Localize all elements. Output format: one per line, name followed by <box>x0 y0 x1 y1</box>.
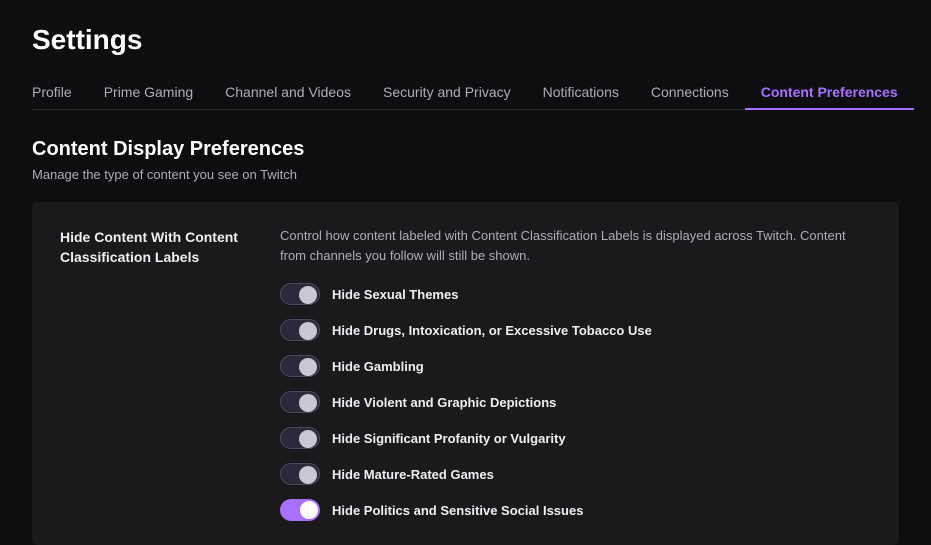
toggle-gambling[interactable] <box>280 355 320 377</box>
toggle-item-politics-social: Hide Politics and Sensitive Social Issue… <box>280 499 871 521</box>
toggle-label-profanity: Hide Significant Profanity or Vulgarity <box>332 431 566 446</box>
toggle-label-politics-social: Hide Politics and Sensitive Social Issue… <box>332 503 583 518</box>
nav-tab-security-and-privacy[interactable]: Security and Privacy <box>367 76 527 110</box>
toggle-knob-mature-games <box>299 466 317 484</box>
toggle-item-violent-graphic: Hide Violent and Graphic Depictions <box>280 391 871 413</box>
toggle-mature-games[interactable] <box>280 463 320 485</box>
toggle-label-sexual-themes: Hide Sexual Themes <box>332 287 458 302</box>
toggle-violent-graphic[interactable] <box>280 391 320 413</box>
card-content: Control how content labeled with Content… <box>280 226 871 521</box>
nav-tab-connections[interactable]: Connections <box>635 76 745 110</box>
section-subtitle: Manage the type of content you see on Tw… <box>32 167 899 182</box>
toggle-label-violent-graphic: Hide Violent and Graphic Depictions <box>332 395 556 410</box>
card-description: Control how content labeled with Content… <box>280 226 871 265</box>
page-title: Settings <box>32 24 899 56</box>
toggle-item-sexual-themes: Hide Sexual Themes <box>280 283 871 305</box>
toggle-label-drugs-intoxication: Hide Drugs, Intoxication, or Excessive T… <box>332 323 652 338</box>
toggle-item-gambling: Hide Gambling <box>280 355 871 377</box>
toggle-knob-gambling <box>299 358 317 376</box>
toggle-list: Hide Sexual Themes Hide Drugs, Intoxicati… <box>280 283 871 521</box>
content-card: Hide Content With Content Classification… <box>32 202 899 545</box>
toggle-knob-politics-social <box>300 501 318 519</box>
toggle-label-mature-games: Hide Mature-Rated Games <box>332 467 494 482</box>
toggle-profanity[interactable] <box>280 427 320 449</box>
nav-tab-prime-gaming[interactable]: Prime Gaming <box>88 76 209 110</box>
toggle-sexual-themes[interactable] <box>280 283 320 305</box>
toggle-label-gambling: Hide Gambling <box>332 359 424 374</box>
toggle-knob-violent-graphic <box>299 394 317 412</box>
nav-tab-profile[interactable]: Profile <box>32 76 88 110</box>
toggle-drugs-intoxication[interactable] <box>280 319 320 341</box>
toggle-item-profanity: Hide Significant Profanity or Vulgarity <box>280 427 871 449</box>
nav-tab-channel-and-videos[interactable]: Channel and Videos <box>209 76 367 110</box>
toggle-politics-social[interactable] <box>280 499 320 521</box>
toggle-knob-drugs-intoxication <box>299 322 317 340</box>
toggle-knob-sexual-themes <box>299 286 317 304</box>
toggle-item-mature-games: Hide Mature-Rated Games <box>280 463 871 485</box>
page-container: Settings ProfilePrime GamingChannel and … <box>0 0 931 545</box>
toggle-item-drugs-intoxication: Hide Drugs, Intoxication, or Excessive T… <box>280 319 871 341</box>
toggle-knob-profanity <box>299 430 317 448</box>
nav-tab-content-preferences[interactable]: Content Preferences <box>745 76 914 110</box>
nav-tab-notifications[interactable]: Notifications <box>527 76 635 110</box>
section-header: Content Display Preferences Manage the t… <box>32 138 899 182</box>
card-label: Hide Content With Content Classification… <box>60 226 240 521</box>
section-title: Content Display Preferences <box>32 138 899 161</box>
nav-tabs: ProfilePrime GamingChannel and VideosSec… <box>32 76 899 110</box>
